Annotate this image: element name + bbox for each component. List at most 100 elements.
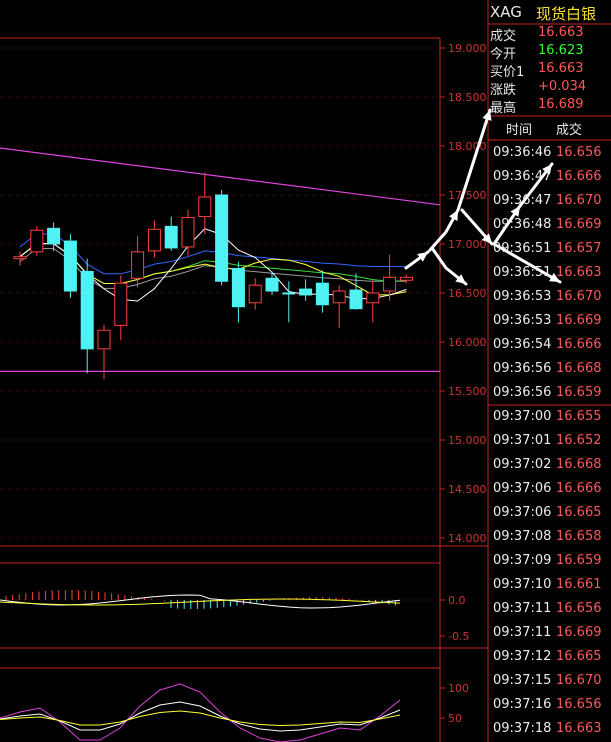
tick-time: 09:37:08: [493, 529, 552, 544]
candle-body: [80, 270, 94, 350]
kdj-tick-label: 100: [448, 682, 469, 695]
tick-row[interactable]: 09:37:06 16.666: [488, 477, 611, 501]
ticks-header-price: 成交: [556, 123, 583, 138]
tick-row[interactable]: 09:37:16 16.656: [488, 693, 611, 717]
tick-time: 09:36:56: [493, 361, 552, 376]
tick-row[interactable]: 09:37:08 16.658: [488, 525, 611, 549]
quote-row: 最高 16.689: [488, 96, 611, 116]
candle-body: [248, 284, 262, 304]
candle-body: [63, 240, 77, 292]
tick-price: 16.658: [556, 529, 602, 544]
candle-body: [114, 282, 128, 326]
tick-row[interactable]: 09:37:11 16.656: [488, 597, 611, 621]
tick-price: 16.670: [556, 673, 602, 688]
quote-label: 最高: [490, 101, 517, 116]
candle: [30, 226, 44, 256]
candle: [114, 275, 128, 341]
tick-price: 16.669: [556, 313, 602, 328]
candle: [164, 216, 178, 251]
tick-time: 09:37:11: [493, 601, 552, 616]
tick-row[interactable]: 09:37:15 16.670: [488, 669, 611, 693]
tick-time: 09:36:53: [493, 313, 552, 328]
price-tick-label: 16.000: [448, 336, 487, 349]
tick-row[interactable]: 09:37:00 16.655: [488, 405, 611, 429]
quote-value: 16.663: [538, 61, 584, 76]
tick-price: 16.656: [556, 145, 602, 160]
tick-row[interactable]: 09:36:54 16.666: [488, 333, 611, 357]
quote-value: 16.623: [538, 43, 584, 58]
tick-price: 16.652: [556, 433, 602, 448]
tick-price: 16.659: [556, 553, 602, 568]
candle-body: [366, 292, 380, 304]
tick-row[interactable]: 09:36:53 16.669: [488, 309, 611, 333]
quote-row: 今开 16.623: [488, 42, 611, 62]
tick-row[interactable]: 09:36:56 16.668: [488, 357, 611, 381]
tick-row[interactable]: 09:36:53 16.670: [488, 285, 611, 309]
candle-body: [47, 227, 61, 245]
tick-time: 09:36:46: [493, 145, 552, 160]
kdj-k-line: [0, 701, 401, 732]
symbol-code: XAG: [490, 3, 522, 21]
candle-body: [399, 276, 413, 281]
candle-body: [198, 196, 212, 218]
tick-price: 16.657: [556, 241, 602, 256]
candle: [399, 274, 413, 284]
tick-price: 16.663: [556, 265, 602, 280]
tick-price: 16.665: [556, 649, 602, 664]
tick-time: 09:36:47: [493, 169, 552, 184]
tick-time: 09:37:06: [493, 505, 552, 520]
quote-panel: XAG 现货白银 成交 16.663 今开 16.623 买价1 16.663 涨跌 +0.0…: [488, 0, 611, 742]
candle: [181, 209, 195, 256]
tick-row[interactable]: 09:37:09 16.659: [488, 549, 611, 573]
tick-row[interactable]: 09:37:10 16.661: [488, 573, 611, 597]
tick-row[interactable]: 09:36:46 16.656: [488, 141, 611, 165]
tick-time: 09:37:09: [493, 553, 552, 568]
tick-time: 09:36:54: [493, 337, 552, 352]
candle-body: [265, 277, 279, 292]
ticks-header-time: 时间: [506, 123, 533, 138]
candle: [63, 234, 77, 298]
candle: [131, 236, 145, 288]
tick-price: 16.665: [556, 505, 602, 520]
tick-price: 16.666: [556, 337, 602, 352]
tick-time: 09:37:02: [493, 457, 552, 472]
tick-time: 09:37:00: [493, 409, 552, 424]
tick-row[interactable]: 09:37:02 16.668: [488, 453, 611, 477]
macd-tick-label: -0.5: [448, 630, 469, 643]
candle-body: [299, 288, 313, 296]
candle: [332, 285, 346, 329]
tick-price: 16.666: [556, 169, 602, 184]
tick-price: 16.661: [556, 577, 602, 592]
candle: [366, 281, 380, 323]
tick-row[interactable]: 09:36:47 16.670: [488, 189, 611, 213]
tick-row[interactable]: 09:37:12 16.665: [488, 645, 611, 669]
tick-price: 16.669: [556, 625, 602, 640]
candle-body: [181, 217, 195, 248]
price-tick-label: 15.500: [448, 385, 487, 398]
tick-price: 16.656: [556, 697, 602, 712]
tick-row[interactable]: 09:36:51 16.663: [488, 261, 611, 285]
quote-value: +0.034: [538, 79, 587, 94]
tick-row[interactable]: 09:36:56 16.659: [488, 381, 611, 405]
tick-row[interactable]: 09:36:51 16.657: [488, 237, 611, 261]
tick-time: 09:36:51: [493, 241, 552, 256]
tick-price: 16.668: [556, 361, 602, 376]
tick-time: 09:36:51: [493, 265, 552, 280]
candle: [265, 271, 279, 295]
tick-row[interactable]: 09:36:48 16.669: [488, 213, 611, 237]
candle-body: [131, 251, 145, 279]
candle-body: [97, 329, 111, 350]
tick-row[interactable]: 09:37:11 16.669: [488, 621, 611, 645]
tick-row[interactable]: 09:37:01 16.652: [488, 429, 611, 453]
tick-time: 09:37:18: [493, 721, 552, 736]
tick-row[interactable]: 09:37:18 16.663: [488, 717, 611, 741]
symbol-name: 现货白银: [536, 5, 597, 23]
tick-time: 09:37:06: [493, 481, 552, 496]
tick-time: 09:36:48: [493, 217, 552, 232]
candle-body: [30, 229, 44, 253]
candle-body: [282, 292, 296, 295]
tick-row[interactable]: 09:37:06 16.665: [488, 501, 611, 525]
tick-row[interactable]: 09:36:47 16.666: [488, 165, 611, 189]
quote-row: 涨跌 +0.034: [488, 78, 611, 98]
candle-body: [147, 228, 161, 252]
